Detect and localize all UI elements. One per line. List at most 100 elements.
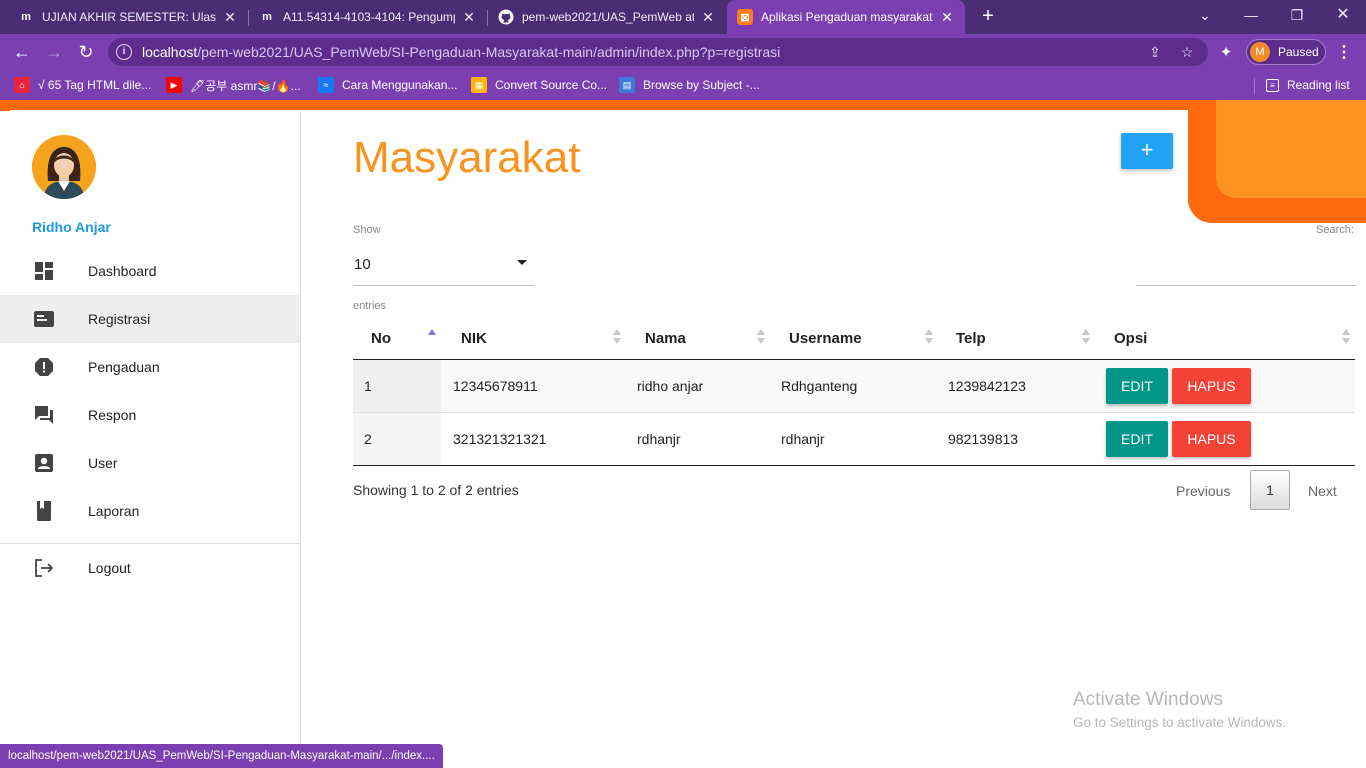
close-window-button[interactable]: ✕: [1320, 0, 1366, 30]
minimize-button[interactable]: —: [1228, 0, 1274, 30]
new-tab-button[interactable]: +: [976, 5, 1000, 29]
home-icon: ⌂: [14, 77, 30, 93]
xampp-icon: ⊠: [737, 9, 753, 25]
sidebar-item-dashboard[interactable]: Dashboard: [0, 247, 300, 295]
bookmark-item[interactable]: ▦ Convert Source Co...: [471, 76, 607, 94]
sidebar-item-respon[interactable]: Respon: [0, 391, 300, 439]
column-header-username[interactable]: Username: [771, 318, 937, 359]
sidebar-item-registrasi[interactable]: Registrasi: [0, 295, 300, 343]
restore-button[interactable]: ❐: [1274, 0, 1320, 30]
site-info-icon[interactable]: i: [116, 44, 132, 60]
close-tab-icon[interactable]: ✕: [700, 9, 716, 26]
bookmark-label: 🖊공부 asmr📚/🔥...: [190, 78, 301, 93]
column-header-label: Nama: [645, 330, 686, 347]
sort-icon: [613, 329, 621, 345]
reading-list-label: Reading list: [1287, 78, 1350, 92]
tab-search-button[interactable]: ⌄: [1182, 0, 1228, 30]
pagination-page-1[interactable]: 1: [1250, 470, 1290, 510]
column-header-label: No: [371, 330, 391, 347]
reading-list-button[interactable]: ≡ Reading list: [1266, 76, 1350, 94]
column-header-label: Opsi: [1114, 330, 1148, 347]
address-bar[interactable]: i localhost/pem-web2021/UAS_PemWeb/SI-Pe…: [108, 38, 1208, 66]
bookmark-item[interactable]: ⌂ √ 65 Tag HTML dile...: [14, 76, 151, 94]
sort-icon: [1342, 329, 1350, 345]
column-header-label: NIK: [461, 330, 487, 347]
bookmark-item[interactable]: ≈ Cara Menggunakan...: [318, 76, 457, 94]
cell-nama: rdhanjr: [637, 431, 681, 447]
sidebar-item-logout[interactable]: Logout: [0, 544, 300, 592]
page-icon: ▤: [619, 77, 635, 93]
share-icon[interactable]: ⇪: [1146, 43, 1164, 61]
search-input[interactable]: [1136, 250, 1356, 286]
cell-telp: 982139813: [948, 431, 1019, 447]
sidebar-item-label: User: [88, 455, 118, 471]
profile-button[interactable]: M Paused: [1246, 39, 1326, 65]
browser-tab-4[interactable]: ⊠ Aplikasi Pengaduan masyarakat ✕: [727, 0, 965, 34]
bookmark-item[interactable]: ▶ 🖊공부 asmr📚/🔥...: [166, 76, 301, 94]
entries-label: entries: [353, 300, 387, 312]
sidebar-item-label: Logout: [88, 560, 131, 576]
edit-button[interactable]: EDIT: [1106, 368, 1168, 404]
more-menu-icon[interactable]: ⋮: [1336, 43, 1352, 63]
back-button[interactable]: ←: [8, 38, 36, 66]
close-tab-icon[interactable]: ✕: [222, 9, 238, 26]
column-header-nik[interactable]: NIK: [443, 318, 625, 359]
column-header-no[interactable]: No: [353, 318, 441, 359]
chat-icon: [35, 406, 53, 424]
moodle-icon: m: [262, 11, 272, 23]
user-name: Ridho Anjar: [32, 219, 111, 235]
address-url[interactable]: localhost/pem-web2021/UAS_PemWeb/SI-Peng…: [142, 44, 780, 60]
column-header-opsi[interactable]: Opsi: [1097, 318, 1355, 359]
sidebar-item-label: Respon: [88, 407, 137, 423]
tab-title: UJIAN AKHIR SEMESTER: Ulasan p: [42, 10, 216, 24]
pagination-next[interactable]: Next: [1308, 483, 1337, 499]
moodle-icon: m: [21, 11, 31, 23]
sidebar-item-label: Registrasi: [88, 311, 151, 327]
bookmark-star-icon[interactable]: ☆: [1178, 43, 1196, 61]
data-table: No NIK Nama Username Telp Opsi 1 1234567…: [353, 318, 1355, 466]
cell-no: 2: [364, 431, 372, 447]
decorative-orange-band: [0, 100, 1366, 110]
tab-title: A11.54314-4103-4104: Pengump: [283, 10, 455, 24]
sort-icon: [925, 329, 933, 345]
entries-length-select[interactable]: 10: [353, 250, 534, 286]
sidebar-item-pengaduan[interactable]: Pengaduan: [0, 343, 300, 391]
show-label: Show: [353, 224, 381, 236]
column-header-telp[interactable]: Telp: [939, 318, 1095, 359]
table-info: Showing 1 to 2 of 2 entries: [353, 482, 519, 498]
extensions-puzzle-icon[interactable]: ✦: [1216, 43, 1236, 63]
sort-icon: [757, 329, 765, 345]
bookmark-label: Convert Source Co...: [495, 78, 608, 92]
registration-card-icon: [34, 311, 54, 327]
sidebar-item-label: Dashboard: [88, 263, 157, 279]
add-masyarakat-button[interactable]: +: [1121, 133, 1173, 169]
cell-no: 1: [364, 378, 372, 394]
user-badge-icon: [35, 454, 53, 472]
edit-button[interactable]: EDIT: [1106, 421, 1168, 457]
avatar: M: [1250, 42, 1270, 62]
cell-nik: 12345678911: [453, 378, 538, 394]
close-tab-icon[interactable]: ✕: [939, 9, 955, 26]
forward-button[interactable]: →: [40, 38, 68, 66]
delete-button[interactable]: HAPUS: [1172, 368, 1251, 404]
alert-icon: [35, 358, 53, 376]
decorative-orange-shape: [1216, 100, 1366, 198]
sort-ascending-icon: [428, 329, 436, 345]
reload-button[interactable]: ↻: [72, 38, 100, 66]
browser-tab-2[interactable]: m A11.54314-4103-4104: Pengump ✕: [249, 0, 487, 34]
column-header-label: Username: [789, 330, 862, 347]
close-tab-icon[interactable]: ✕: [461, 9, 477, 26]
tab-title: pem-web2021/UAS_PemWeb at m: [522, 10, 694, 24]
bookmark-label: √ 65 Tag HTML dile...: [38, 78, 152, 92]
delete-button[interactable]: HAPUS: [1172, 421, 1251, 457]
pagination-previous[interactable]: Previous: [1176, 483, 1230, 499]
sidebar-item-laporan[interactable]: Laporan: [0, 487, 300, 535]
tab-title: Aplikasi Pengaduan masyarakat: [761, 10, 933, 24]
column-header-nama[interactable]: Nama: [627, 318, 769, 359]
site-icon: ≈: [318, 77, 334, 93]
sidebar-item-user[interactable]: User: [0, 439, 300, 487]
dashboard-icon: [35, 262, 53, 280]
browser-tab-3[interactable]: pem-web2021/UAS_PemWeb at m ✕: [488, 0, 726, 34]
browser-tab-1[interactable]: m UJIAN AKHIR SEMESTER: Ulasan p ✕: [8, 0, 248, 34]
bookmark-item[interactable]: ▤ Browse by Subject -...: [619, 76, 760, 94]
